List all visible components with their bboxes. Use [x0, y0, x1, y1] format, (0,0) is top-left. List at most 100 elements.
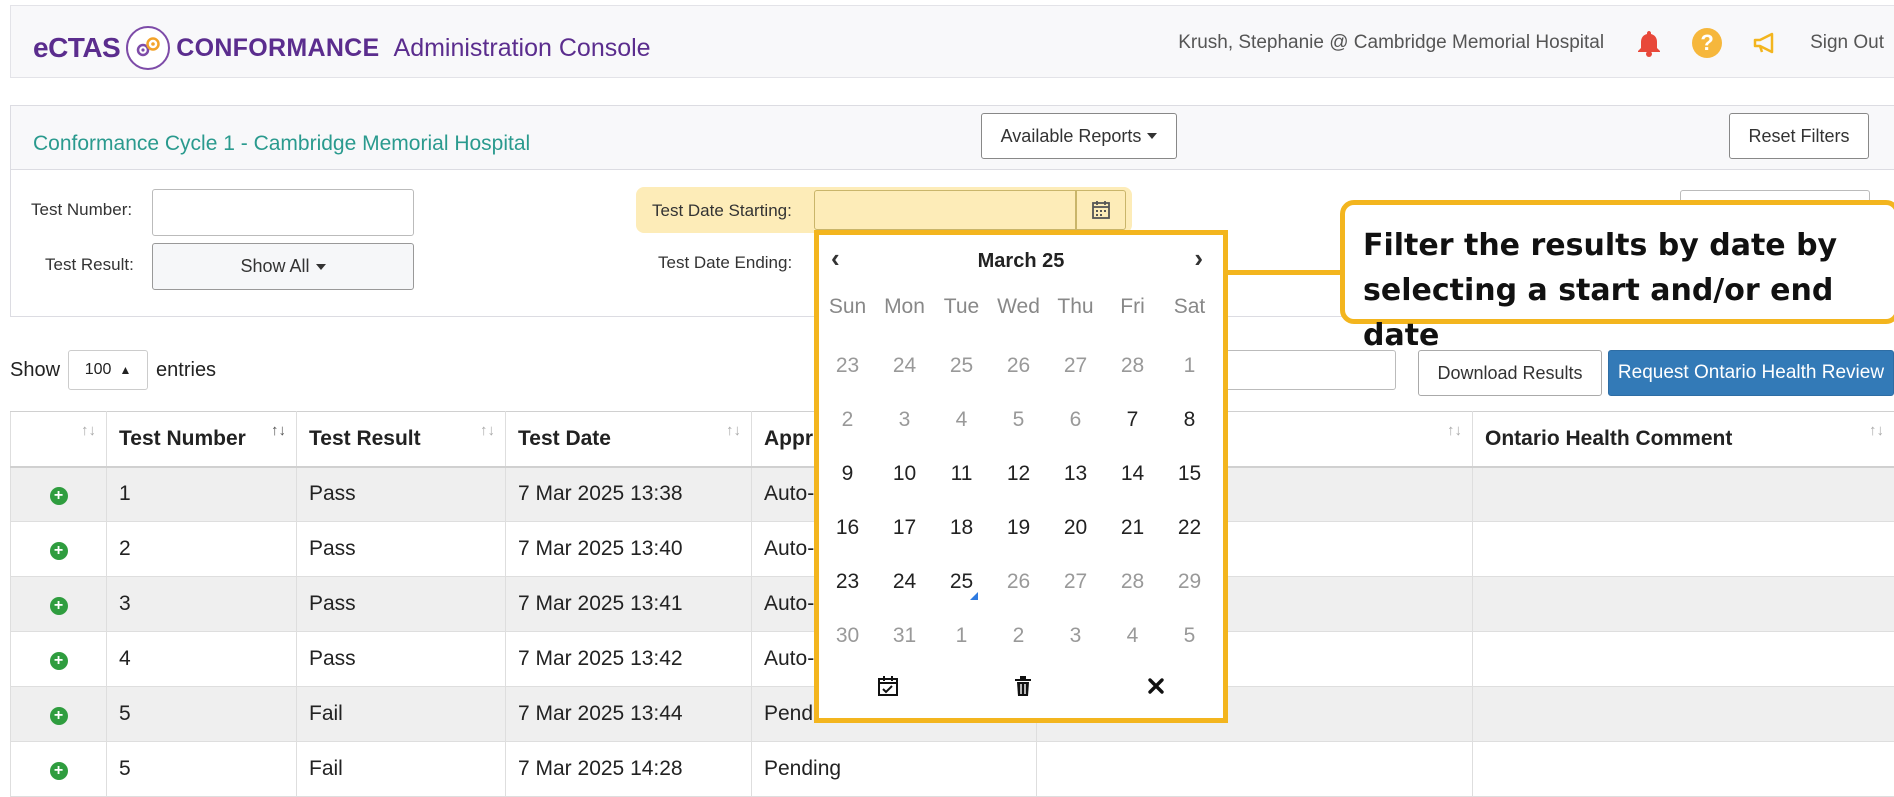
calendar-day[interactable]: 3 — [1047, 624, 1104, 648]
date-start-calendar-button[interactable] — [1076, 190, 1126, 230]
reset-filters-label: Reset Filters — [1748, 126, 1849, 147]
help-icon[interactable]: ? — [1692, 28, 1722, 58]
calendar-day-label: 9 — [842, 462, 854, 485]
calendar-day[interactable]: 18 — [933, 516, 990, 540]
expand-cell[interactable]: + — [11, 632, 107, 687]
expand-plus-icon[interactable]: + — [50, 762, 68, 780]
expand-plus-icon[interactable]: + — [50, 707, 68, 725]
col-test-date[interactable]: Test Date↑↓ — [506, 412, 752, 467]
calendar-day-label: 5 — [1013, 408, 1025, 431]
current-user: Krush, Stephanie @ Cambridge Memorial Ho… — [1178, 32, 1604, 54]
entries-select[interactable]: 100 ▲ — [68, 350, 148, 390]
brand-logo-group[interactable]: eCTAS CONFORMANCE Administration Console — [33, 26, 651, 70]
next-month-icon[interactable]: › — [1194, 243, 1203, 274]
calendar-day[interactable]: 27 — [1047, 354, 1104, 378]
calendar-day[interactable]: 25 — [933, 354, 990, 378]
calendar-day[interactable]: 7 — [1104, 408, 1161, 432]
calendar-day[interactable]: 30 — [819, 624, 876, 648]
calendar-day[interactable]: 26 — [990, 354, 1047, 378]
today-calendar-icon[interactable] — [877, 675, 899, 702]
calendar-day[interactable]: 28 — [1104, 354, 1161, 378]
calendar-day[interactable]: 29 — [1161, 570, 1218, 594]
reset-filters-button[interactable]: Reset Filters — [1729, 113, 1869, 159]
expand-cell[interactable]: + — [11, 467, 107, 522]
date-picker-title[interactable]: March 25 — [819, 250, 1223, 273]
calendar-day-label: 28 — [1121, 354, 1144, 377]
weekday-label: Sat — [1161, 295, 1218, 319]
calendar-day[interactable]: 26 — [990, 570, 1047, 594]
bell-icon[interactable] — [1636, 29, 1662, 57]
test-number-input[interactable] — [152, 189, 414, 236]
expand-cell[interactable]: + — [11, 742, 107, 797]
calendar-day[interactable]: 23 — [819, 570, 876, 594]
available-reports-button[interactable]: Available Reports — [981, 113, 1177, 159]
expand-plus-icon[interactable]: + — [50, 542, 68, 560]
calendar-day[interactable]: 4 — [1104, 624, 1161, 648]
calendar-day[interactable]: 6 — [1047, 408, 1104, 432]
calendar-day-label: 30 — [836, 624, 859, 647]
calendar-day[interactable]: 31 — [876, 624, 933, 648]
calendar-day[interactable]: 22 — [1161, 516, 1218, 540]
test-result-dropdown[interactable]: Show All — [152, 243, 414, 290]
calendar-day[interactable]: 17 — [876, 516, 933, 540]
calendar-day[interactable]: 16 — [819, 516, 876, 540]
calendar-day[interactable]: 27 — [1047, 570, 1104, 594]
expand-plus-icon[interactable]: + — [50, 487, 68, 505]
weekday-label: Sun — [819, 295, 876, 319]
calendar-day[interactable]: 9 — [819, 462, 876, 486]
table-row[interactable]: +5Fail7 Mar 2025 14:28Pending — [11, 742, 1894, 797]
calendar-week-row: 2324252627 28 29 — [819, 555, 1223, 609]
calendar-day-label: 6 — [1070, 408, 1082, 431]
calendar-week-row: 161718192021 22 — [819, 501, 1223, 555]
cell-test-result: Pass — [297, 467, 506, 522]
calendar-day-label: 31 — [893, 624, 916, 647]
sort-icon: ↑↓ — [1869, 422, 1884, 439]
calendar-day[interactable]: 11 — [933, 462, 990, 486]
calendar-day[interactable]: 4 — [933, 408, 990, 432]
cell-test-result: Fail — [297, 687, 506, 742]
calendar-day[interactable]: 1 — [933, 624, 990, 648]
calendar-day[interactable]: 15 — [1161, 462, 1218, 486]
entries-value: 100 — [85, 361, 112, 379]
col-ontario-health-comment[interactable]: Ontario Health Comment↑↓ — [1473, 412, 1894, 467]
calendar-day[interactable]: 24 — [876, 354, 933, 378]
sort-updown-icon: ▲ — [119, 363, 131, 377]
calendar-day[interactable]: 8 — [1161, 408, 1218, 432]
calendar-day[interactable]: 14 — [1104, 462, 1161, 486]
calendar-day[interactable]: 23 — [819, 354, 876, 378]
calendar-day[interactable]: 20 — [1047, 516, 1104, 540]
calendar-day-label: 28 — [1121, 570, 1144, 593]
col-test-number[interactable]: Test Number↑↓ — [107, 412, 297, 467]
cell-test-number: 3 — [107, 577, 297, 632]
calendar-day[interactable]: 21 — [1104, 516, 1161, 540]
calendar-day[interactable]: 2 — [990, 624, 1047, 648]
expand-plus-icon[interactable]: + — [50, 597, 68, 615]
calendar-day-label: 22 — [1178, 516, 1201, 539]
col-test-result[interactable]: Test Result↑↓ — [297, 412, 506, 467]
callout-connector — [1228, 270, 1340, 275]
megaphone-icon[interactable] — [1752, 31, 1780, 55]
calendar-day[interactable]: 3 — [876, 408, 933, 432]
calendar-day[interactable]: 2 — [819, 408, 876, 432]
calendar-day[interactable]: 5 — [1161, 624, 1218, 648]
sign-out-link[interactable]: Sign Out — [1810, 32, 1884, 54]
calendar-day[interactable]: 13 — [1047, 462, 1104, 486]
calendar-day[interactable]: 25 — [933, 570, 990, 594]
calendar-day[interactable]: 12 — [990, 462, 1047, 486]
calendar-day[interactable]: 28 — [1104, 570, 1161, 594]
calendar-day[interactable]: 1 — [1161, 354, 1218, 378]
cell-test-number: 4 — [107, 632, 297, 687]
available-reports-label: Available Reports — [1001, 126, 1142, 147]
calendar-day[interactable]: 5 — [990, 408, 1047, 432]
calendar-day[interactable]: 19 — [990, 516, 1047, 540]
calendar-day[interactable]: 24 — [876, 570, 933, 594]
date-start-input[interactable] — [814, 190, 1076, 230]
expand-cell[interactable]: + — [11, 522, 107, 577]
expand-cell[interactable]: + — [11, 577, 107, 632]
trash-icon[interactable] — [1014, 676, 1032, 701]
calendar-day[interactable]: 10 — [876, 462, 933, 486]
expand-plus-icon[interactable]: + — [50, 652, 68, 670]
expand-cell[interactable]: + — [11, 687, 107, 742]
close-icon[interactable] — [1147, 677, 1165, 700]
col-expand[interactable]: ↑↓ — [11, 412, 107, 467]
